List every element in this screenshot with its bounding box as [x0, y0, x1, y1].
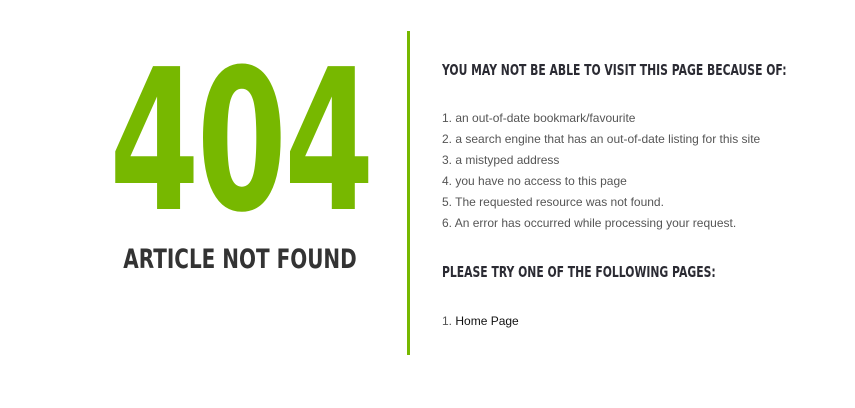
error-summary: 404 ARTICLE NOT FOUND	[0, 0, 408, 408]
error-message: ARTICLE NOT FOUND	[123, 244, 357, 275]
list-item-text: The requested resource was not found.	[455, 195, 664, 209]
pages-list: 1. Home Page	[442, 314, 519, 329]
list-item: 4. you have no access to this page	[442, 174, 760, 195]
list-item-number: 2.	[442, 132, 453, 146]
list-item-text: a search engine that has an out-of-date …	[455, 132, 761, 146]
list-item-text: a mistyped address	[455, 153, 560, 167]
list-item: 5. The requested resource was not found.	[442, 195, 760, 216]
list-item-text: an out-of-date bookmark/favourite	[455, 111, 636, 125]
list-item-number: 1.	[442, 314, 453, 328]
error-code: 404	[109, 28, 374, 256]
list-item-text: you have no access to this page	[455, 174, 627, 188]
list-item: 2. a search engine that has an out-of-da…	[442, 132, 760, 153]
pages-heading: PLEASE TRY ONE OF THE FOLLOWING PAGES:	[442, 263, 716, 281]
list-item-number: 3.	[442, 153, 453, 167]
home-page-link[interactable]: Home Page	[455, 314, 518, 328]
reasons-heading: YOU MAY NOT BE ABLE TO VISIT THIS PAGE B…	[442, 61, 787, 79]
reasons-list: 1. an out-of-date bookmark/favourite 2. …	[442, 111, 760, 237]
list-item-number: 5.	[442, 195, 453, 209]
list-item-number: 6.	[442, 216, 453, 230]
list-item: 1. Home Page	[442, 314, 519, 329]
vertical-divider	[407, 31, 410, 355]
list-item-number: 1.	[442, 111, 453, 125]
list-item: 6. An error has occurred while processin…	[442, 216, 760, 237]
list-item-number: 4.	[442, 174, 453, 188]
list-item: 1. an out-of-date bookmark/favourite	[442, 111, 760, 132]
list-item-text: An error has occurred while processing y…	[454, 216, 737, 230]
list-item: 3. a mistyped address	[442, 153, 760, 174]
error-page: 404 ARTICLE NOT FOUND YOU MAY NOT BE ABL…	[0, 0, 855, 408]
